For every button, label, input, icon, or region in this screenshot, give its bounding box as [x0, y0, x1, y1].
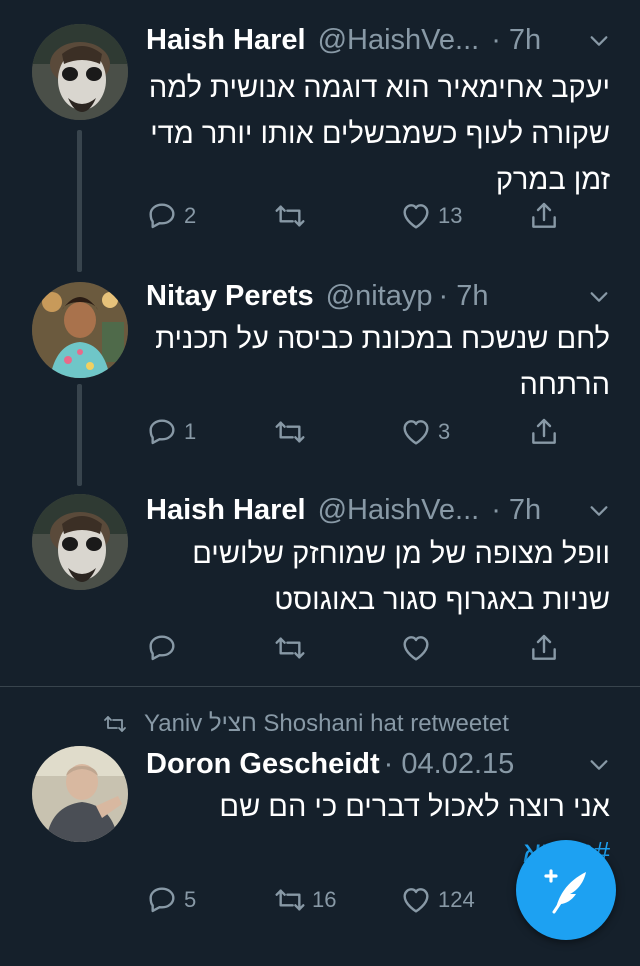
retweet-icon [274, 200, 306, 232]
compose-tweet-icon [544, 869, 586, 914]
display-name[interactable]: Nitay Perets [146, 280, 314, 313]
avatar-image [32, 494, 128, 590]
share-icon [528, 416, 560, 448]
retweet-count: 16 [312, 887, 337, 912]
tweet-actions: 2 13 [0, 200, 640, 240]
tweet-text: לחם שנשכח במכונת כביסה על תכנית הרתחה [155, 323, 610, 401]
share-icon [528, 632, 560, 664]
reply-count: 5 [184, 887, 197, 912]
reply-icon [146, 416, 178, 448]
timestamp[interactable]: · 7h [491, 494, 541, 527]
chevron-down-icon[interactable] [588, 286, 610, 308]
heart-icon [400, 200, 432, 232]
like-button[interactable]: 3 [400, 416, 450, 448]
tweet-actions: 1 3 [0, 416, 640, 456]
retweet-button[interactable] [274, 416, 312, 448]
chevron-down-icon[interactable] [588, 30, 610, 52]
timestamp[interactable]: · 7h [491, 24, 541, 57]
retweeted-by-text: Yaniv חציל Shoshani hat retweetet [144, 710, 509, 737]
retweet-icon [274, 416, 306, 448]
avatar[interactable] [32, 746, 128, 842]
reply-count: 1 [184, 419, 197, 444]
chevron-down-icon[interactable] [588, 754, 610, 776]
like-count: 124 [438, 887, 475, 912]
reply-count: 2 [184, 203, 197, 228]
retweet-button[interactable] [274, 200, 312, 232]
retweet-icon [100, 712, 130, 736]
heart-icon [400, 416, 432, 448]
tweet-text-body: אני רוצה לאכול דברים כי הם שם [219, 791, 610, 823]
avatar-image [32, 746, 128, 842]
reply-button[interactable]: 2 [146, 200, 196, 232]
like-count: 13 [438, 203, 463, 228]
avatar-image [32, 24, 128, 120]
heart-icon [400, 632, 432, 664]
avatar[interactable] [32, 494, 128, 590]
like-count: 3 [438, 419, 451, 444]
reply-icon [146, 200, 178, 232]
avatar[interactable] [32, 24, 128, 120]
retweet-button[interactable] [274, 632, 312, 664]
timestamp[interactable]: · 04.02.15 [384, 748, 515, 781]
tweet-divider [0, 686, 640, 687]
retweet-icon [274, 884, 306, 916]
avatar[interactable] [32, 282, 128, 378]
display-name[interactable]: Doron Gescheidt [146, 748, 380, 781]
user-handle[interactable]: @HaishVe... [318, 24, 480, 57]
reply-icon [146, 632, 178, 664]
user-handle[interactable]: @HaishVe... [318, 494, 480, 527]
share-button[interactable] [528, 632, 560, 664]
reply-button[interactable]: 5 [146, 884, 196, 916]
heart-icon [400, 884, 432, 916]
share-button[interactable] [528, 416, 560, 448]
like-button[interactable] [400, 632, 438, 664]
reply-button[interactable]: 1 [146, 416, 196, 448]
retweet-icon [274, 632, 306, 664]
avatar-image [32, 282, 128, 378]
chevron-down-icon[interactable] [588, 500, 610, 522]
tweet-text: יעקב אחימאיר הוא דוגמה אנושית למה שקורה … [148, 72, 610, 196]
reply-icon [146, 884, 178, 916]
tweet-actions [0, 632, 640, 672]
reply-button[interactable] [146, 632, 184, 664]
like-button[interactable]: 13 [400, 200, 462, 232]
compose-tweet-button[interactable] [516, 840, 616, 940]
user-handle[interactable]: @nitayp [326, 280, 433, 313]
share-icon [528, 200, 560, 232]
share-button[interactable] [528, 200, 560, 232]
timestamp[interactable]: · 7h [438, 280, 488, 313]
retweet-button[interactable]: 16 [274, 884, 336, 916]
tweet-text: וופל מצופה של מן שמוחזק שלושים שניות באג… [192, 538, 610, 616]
retweet-context[interactable]: Yaniv חציל Shoshani hat retweetet [100, 706, 509, 742]
display-name[interactable]: Haish Harel [146, 24, 306, 57]
display-name[interactable]: Haish Harel [146, 494, 306, 527]
like-button[interactable]: 124 [400, 884, 475, 916]
